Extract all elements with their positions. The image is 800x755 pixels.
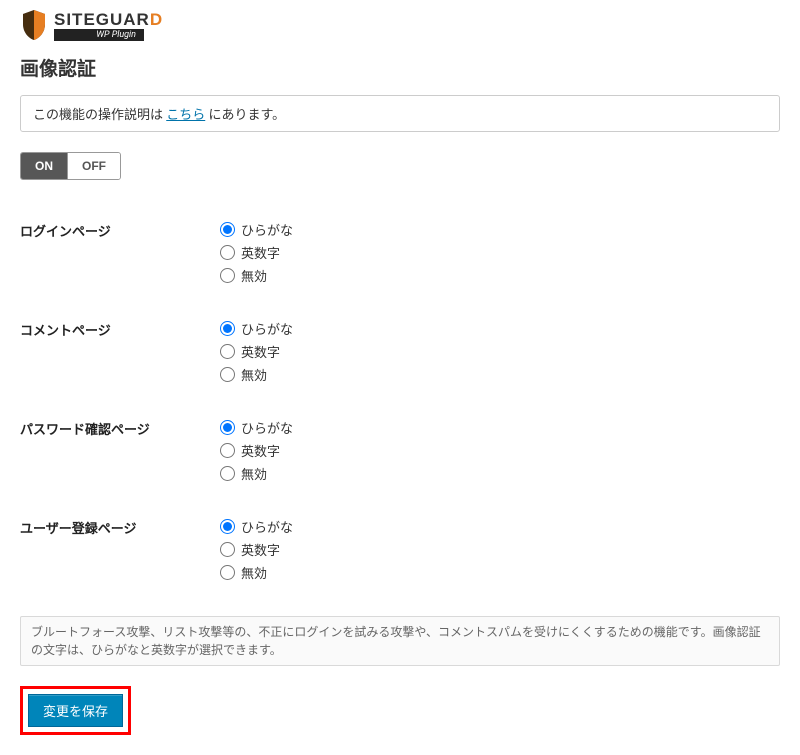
enable-toggle: ON OFF xyxy=(20,152,121,180)
label-login-page: ログインページ xyxy=(20,220,220,240)
radio-comment-hiragana[interactable]: ひらがな xyxy=(220,319,293,338)
radio-login-disabled[interactable]: 無効 xyxy=(220,266,293,285)
logo-text-wrap: SITEGUARD WP Plugin xyxy=(54,10,163,41)
radio-password-hiragana[interactable]: ひらがな xyxy=(220,418,293,437)
logo-subtitle: WP Plugin xyxy=(54,29,144,41)
radio-password-alphanumeric[interactable]: 英数字 xyxy=(220,441,293,460)
plugin-logo: SITEGUARD WP Plugin xyxy=(20,8,780,42)
radio-comment-alphanumeric[interactable]: 英数字 xyxy=(220,342,293,361)
row-password-page: パスワード確認ページ ひらがな 英数字 無効 xyxy=(20,418,780,483)
save-button[interactable]: 変更を保存 xyxy=(28,694,123,727)
row-comment-page: コメントページ ひらがな 英数字 無効 xyxy=(20,319,780,384)
notice-box: この機能の操作説明は こちら にあります。 xyxy=(20,95,780,132)
notice-prefix: この機能の操作説明は xyxy=(33,108,166,123)
radio-password-disabled[interactable]: 無効 xyxy=(220,464,293,483)
label-comment-page: コメントページ xyxy=(20,319,220,339)
radio-register-disabled[interactable]: 無効 xyxy=(220,563,293,582)
notice-suffix: にあります。 xyxy=(205,108,285,123)
radio-login-hiragana[interactable]: ひらがな xyxy=(220,220,293,239)
toggle-on-button[interactable]: ON xyxy=(21,153,67,179)
shield-icon xyxy=(20,8,48,42)
radio-login-alphanumeric[interactable]: 英数字 xyxy=(220,243,293,262)
label-register-page: ユーザー登録ページ xyxy=(20,517,220,537)
toggle-off-button[interactable]: OFF xyxy=(67,153,120,179)
settings-form: ログインページ ひらがな 英数字 無効 コメントページ ひらがな 英数字 無効 … xyxy=(20,220,780,582)
radio-register-alphanumeric[interactable]: 英数字 xyxy=(220,540,293,559)
radio-comment-disabled[interactable]: 無効 xyxy=(220,365,293,384)
logo-title: SITEGUARD xyxy=(54,10,163,30)
page-title: 画像認証 xyxy=(20,54,780,81)
label-password-page: パスワード確認ページ xyxy=(20,418,220,438)
row-login-page: ログインページ ひらがな 英数字 無効 xyxy=(20,220,780,285)
save-highlight-box: 変更を保存 xyxy=(20,686,131,735)
notice-link[interactable]: こちら xyxy=(166,108,205,123)
radio-register-hiragana[interactable]: ひらがな xyxy=(220,517,293,536)
row-register-page: ユーザー登録ページ ひらがな 英数字 無効 xyxy=(20,517,780,582)
description-box: ブルートフォース攻撃、リスト攻撃等の、不正にログインを試みる攻撃や、コメントスパ… xyxy=(20,616,780,666)
